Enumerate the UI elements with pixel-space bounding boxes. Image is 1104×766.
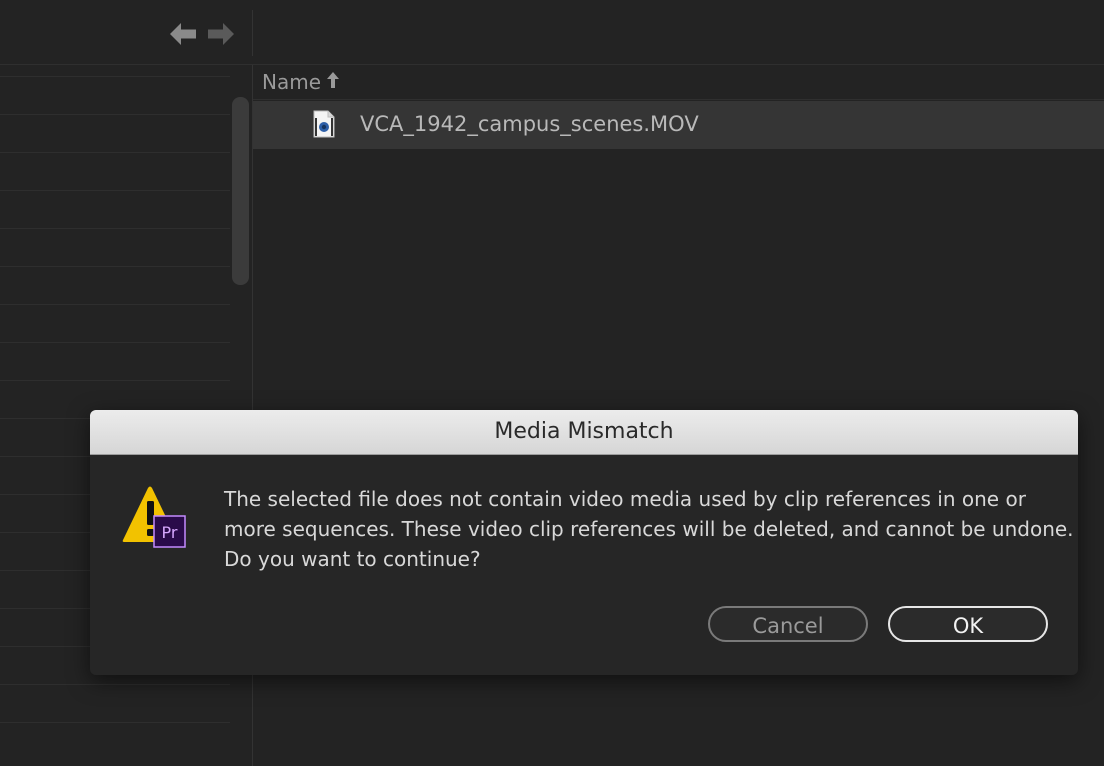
- sidebar-row-divider: [0, 76, 230, 77]
- video-file-icon: [313, 110, 335, 138]
- sidebar-row-divider: [0, 266, 230, 267]
- dialog-message: The selected file does not contain video…: [224, 484, 1074, 574]
- sidebar-row-divider: [0, 304, 230, 305]
- sidebar-row-divider: [0, 228, 230, 229]
- dialog-titlebar[interactable]: Media Mismatch: [90, 410, 1078, 455]
- name-column-header[interactable]: Name: [253, 65, 1104, 100]
- message-line: The selected file does not contain video…: [224, 487, 1026, 511]
- sidebar-row-divider: [0, 152, 230, 153]
- app-window: Name VCA_1942_campus_scenes.MOV Media Mi…: [0, 0, 1104, 766]
- sort-ascending-icon: [327, 72, 339, 88]
- arrow-left-icon: [170, 23, 196, 45]
- toolbar-divider: [252, 10, 253, 56]
- dialog-title: Media Mismatch: [494, 419, 674, 444]
- premiere-badge-text: Pr: [162, 523, 178, 542]
- forward-button[interactable]: [206, 20, 236, 48]
- message-line: Do you want to continue?: [224, 547, 481, 571]
- sidebar-row-divider: [0, 380, 230, 381]
- file-row[interactable]: VCA_1942_campus_scenes.MOV: [253, 101, 1104, 149]
- sidebar-row-divider: [0, 342, 230, 343]
- sidebar-scrollbar[interactable]: [232, 97, 249, 285]
- premiere-warning-icon: Pr: [122, 486, 186, 548]
- file-name: VCA_1942_campus_scenes.MOV: [360, 112, 699, 136]
- sidebar-row-divider: [0, 722, 230, 723]
- back-button[interactable]: [168, 20, 198, 48]
- arrow-right-icon: [208, 23, 234, 45]
- sidebar-row-divider: [0, 114, 230, 115]
- message-line: more sequences. These video clip referen…: [224, 517, 1074, 541]
- history-navigation: [168, 20, 240, 48]
- sidebar-row-divider: [0, 684, 230, 685]
- browser-toolbar: [0, 0, 1104, 65]
- ok-button[interactable]: OK: [888, 606, 1048, 642]
- column-header-label: Name: [262, 70, 322, 94]
- media-mismatch-dialog: Media Mismatch Pr The selected file does…: [90, 410, 1078, 675]
- cancel-button[interactable]: Cancel: [708, 606, 868, 642]
- sidebar-row-divider: [0, 190, 230, 191]
